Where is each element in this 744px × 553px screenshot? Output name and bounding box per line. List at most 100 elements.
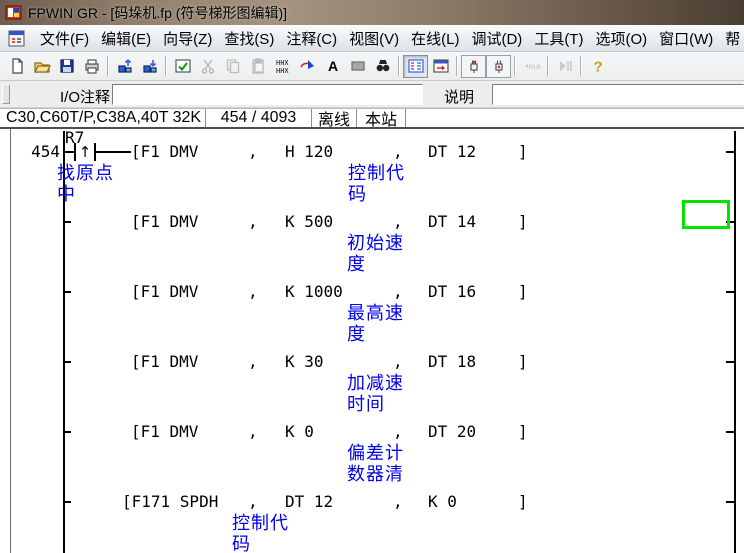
description-label: 说明: [430, 86, 488, 107]
contact-device-label: R7: [65, 129, 84, 147]
jump-icon: [299, 57, 317, 75]
find-button[interactable]: [370, 55, 395, 78]
instruction-operand2: DT 18: [428, 353, 476, 371]
paste-icon: [249, 57, 267, 75]
operand-comment: 初始速: [347, 233, 404, 253]
menu-item-edit[interactable]: 编辑(E): [95, 25, 157, 52]
program-check-button[interactable]: [170, 55, 195, 78]
operand-comment: 数器清: [347, 464, 404, 484]
instruction-comma: ,: [393, 213, 403, 231]
menu-item-help[interactable]: 帮: [719, 25, 744, 52]
paste-button[interactable]: [245, 55, 270, 78]
right-power-rail: [734, 131, 736, 553]
description-input[interactable]: [492, 84, 744, 105]
toolbar-grip[interactable]: [2, 84, 10, 104]
menu-item-view[interactable]: 视图(V): [343, 25, 405, 52]
operand-comment: 码: [232, 534, 251, 553]
contact-comment: 找原点: [57, 163, 114, 183]
instruction-close-bracket: ]: [518, 213, 528, 231]
copy-icon: [224, 57, 242, 75]
save-button[interactable]: [54, 55, 79, 78]
block-comment-button[interactable]: [345, 55, 370, 78]
menu-item-online[interactable]: 在线(L): [405, 25, 465, 52]
edit-cursor[interactable]: [682, 200, 730, 229]
instruction-close-bracket: ]: [518, 353, 528, 371]
instruction-comma: ,: [248, 423, 258, 441]
run-mode-button[interactable]: RUN: [519, 55, 544, 78]
operand-comment: 加减速: [347, 373, 404, 393]
instruction-opcode: [F1 DMV: [131, 353, 198, 371]
operand-comment: 控制代: [232, 513, 289, 533]
branch-tick: [63, 361, 71, 363]
block-comment-icon: [349, 57, 367, 75]
svg-text:A: A: [328, 58, 338, 74]
menu-item-tools[interactable]: 工具(T): [528, 25, 589, 52]
toolbar-group: [403, 55, 453, 78]
branch-tick: [63, 501, 71, 503]
operand-comment: 度: [347, 324, 366, 344]
toolbar-group: [112, 55, 162, 78]
io-comment-label: I/O注释: [12, 86, 110, 107]
right-rail-tick: [726, 291, 734, 293]
online-mode-button[interactable]: [461, 55, 486, 78]
toolbar-group: [461, 55, 511, 78]
help-button[interactable]: ?: [585, 55, 610, 78]
program-status-bar: C30,C60T/P,C38A,40T 32K454 / 4093离线本站: [0, 108, 744, 129]
cut-button[interactable]: [195, 55, 220, 78]
toolbar-group: HHXHHX A: [170, 55, 395, 78]
jump-button[interactable]: [295, 55, 320, 78]
download-to-plc-button[interactable]: [137, 55, 162, 78]
upload-from-plc-button[interactable]: [112, 55, 137, 78]
step-run-icon: [556, 57, 574, 75]
new-document-button[interactable]: [4, 55, 29, 78]
boolean-ladder-view-button[interactable]: [428, 55, 453, 78]
menu-item-wizard[interactable]: 向导(Z): [157, 25, 218, 52]
document-window-icon[interactable]: [8, 30, 25, 47]
instruction-comma: ,: [248, 143, 258, 161]
instruction-comma: ,: [248, 213, 258, 231]
right-rail-tick: [726, 431, 734, 433]
status-station: 本站: [357, 109, 406, 127]
instruction-operand1: K 1000: [285, 283, 343, 301]
ladder-editor-canvas[interactable]: 454↑R7找原点中[F1 DMV,H 120,DT 12]控制代码[F1 DM…: [0, 129, 744, 553]
toolbar-separator: [456, 56, 458, 76]
comment-input-icon: A: [324, 57, 342, 75]
help-icon: ?: [589, 57, 607, 75]
window-titlebar: FPWIN GR - [码垛机.fp (符号梯形图编辑)]: [0, 0, 744, 25]
toolbar-separator: [580, 56, 582, 76]
toolbar-separator: [165, 56, 167, 76]
right-rail-tick: [726, 361, 734, 363]
copy-button[interactable]: [220, 55, 245, 78]
symbol-ladder-view-button[interactable]: [403, 55, 428, 78]
contact-wire: [96, 151, 131, 153]
svg-text:HHX: HHX: [276, 68, 289, 75]
instruction-opcode: [F1 DMV: [131, 143, 198, 161]
instruction-operand1: H 120: [285, 143, 333, 161]
menu-item-search[interactable]: 查找(S): [218, 25, 280, 52]
svg-text:?: ?: [593, 59, 602, 76]
right-rail-tick: [726, 501, 734, 503]
print-button[interactable]: [79, 55, 104, 78]
menu-item-file[interactable]: 文件(F): [34, 25, 95, 52]
offline-mode-button[interactable]: [486, 55, 511, 78]
menu-item-comment[interactable]: 注释(C): [280, 25, 343, 52]
comment-input-button[interactable]: A: [320, 55, 345, 78]
instruction-opcode: [F171 SPDH: [122, 493, 218, 511]
window-title: FPWIN GR - [码垛机.fp (符号梯形图编辑)]: [28, 3, 287, 23]
instruction-operand2: DT 20: [428, 423, 476, 441]
menu-item-options[interactable]: 选项(O): [589, 25, 653, 52]
run-mode-icon: RUN: [523, 57, 541, 75]
step-run-button[interactable]: [552, 55, 577, 78]
toolbar-group: ?: [585, 55, 610, 78]
menu-item-debug[interactable]: 调试(D): [465, 25, 528, 52]
io-comment-input[interactable]: [112, 84, 423, 105]
mnemonic-view-button[interactable]: HHXHHX: [270, 55, 295, 78]
toolbar-separator: [107, 56, 109, 76]
toolbar-group: [552, 55, 577, 78]
instruction-operand1: DT 12: [285, 493, 333, 511]
boolean-ladder-view-icon: [432, 57, 450, 75]
new-document-icon: [8, 57, 26, 75]
menu-bar: 文件(F)编辑(E)向导(Z)查找(S)注释(C)视图(V)在线(L)调试(D)…: [0, 25, 744, 52]
open-folder-button[interactable]: [29, 55, 54, 78]
menu-item-window[interactable]: 窗口(W): [653, 25, 719, 52]
